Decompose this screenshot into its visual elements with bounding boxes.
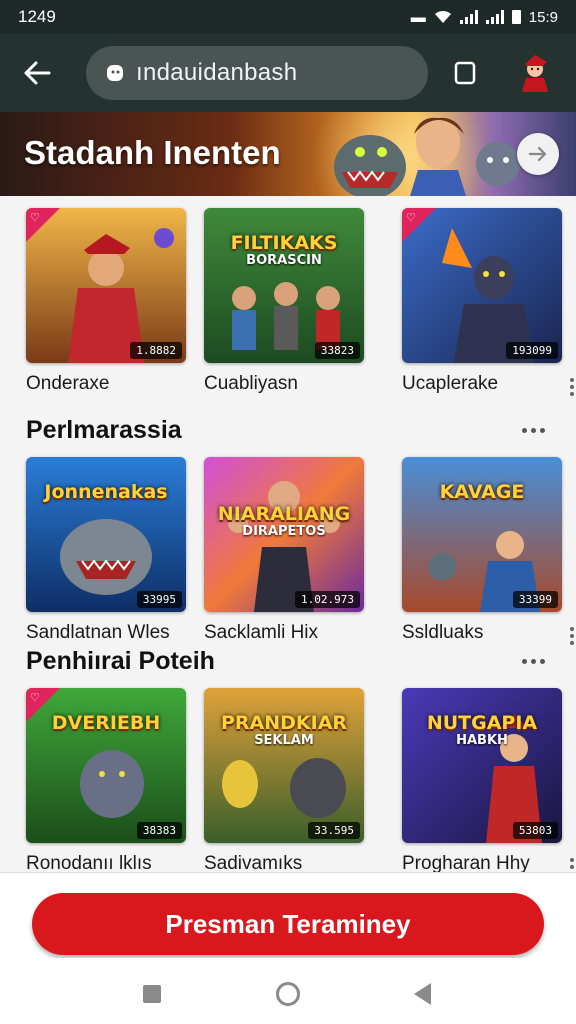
- game-logo-subtitle: DIRAPETOS: [242, 523, 326, 539]
- game-logo-title: DVERIEBH: [51, 712, 161, 734]
- bookmark-icon[interactable]: [452, 60, 478, 86]
- home-icon[interactable]: [276, 982, 300, 1006]
- status-icons: ▬ 15:9: [411, 9, 558, 26]
- site-info-icon: [107, 65, 123, 81]
- arrow-right-icon: [528, 146, 547, 162]
- game-thumbnail[interactable]: Jonnenakas 33995: [26, 457, 186, 612]
- game-card[interactable]: Jonnenakas 33995 Sandlatnan Wles: [26, 457, 186, 643]
- game-logo-text: KAVAGE: [408, 481, 556, 503]
- player-count: 1.02.973: [295, 591, 360, 608]
- game-logo-text: Jonnenakas: [32, 481, 180, 503]
- game-title: Ucaplerake: [402, 373, 499, 394]
- game-logo-title: KAVAGE: [439, 481, 525, 503]
- game-title: Sacklamli Hix: [204, 622, 319, 643]
- game-title: Onderaxe: [26, 373, 110, 394]
- avatar[interactable]: [514, 52, 556, 94]
- game-card[interactable]: ♡ DVERIEBH 38383 Ronodanıı lklıs: [26, 688, 186, 874]
- section-more-button[interactable]: [522, 425, 550, 435]
- game-logo-subtitle: BORASCIN: [246, 252, 322, 268]
- section-more-button[interactable]: [522, 656, 550, 666]
- game-thumbnail[interactable]: NIARALIANG DIRAPETOS 1.02.973: [204, 457, 364, 612]
- game-title: Ssldluaks: [402, 622, 484, 643]
- game-card[interactable]: ♡ 193099 Ucaplerake: [402, 208, 574, 396]
- game-logo-text: DVERIEBH: [32, 712, 180, 734]
- player-count: 53803: [512, 822, 558, 839]
- section-title: Perlmarassia: [26, 416, 182, 444]
- wifi-icon: [434, 10, 451, 23]
- vibrate-icon: ▬: [410, 8, 426, 26]
- game-card[interactable]: NUTGAPIA HABKH 53803 Progharan Hhy: [402, 688, 574, 876]
- more-options-button[interactable]: [570, 378, 574, 396]
- player-count: 33399: [512, 591, 558, 608]
- section-title: Penhiırai Poteih: [26, 647, 215, 675]
- game-card[interactable]: KAVAGE 33399 Ssldluaks: [402, 457, 574, 645]
- player-count: 33823: [314, 342, 360, 359]
- status-clock: 15:9: [528, 8, 558, 26]
- game-title: Cuabliyasn: [204, 373, 298, 394]
- game-logo-subtitle: SEKLAM: [254, 732, 314, 748]
- banner-title: Stadanh Inenten: [24, 134, 281, 171]
- game-logo-title: NIARALIANG: [217, 503, 351, 525]
- game-logo-subtitle: HABKH: [456, 732, 508, 748]
- game-logo-text: NUTGAPIA HABKH: [408, 712, 556, 748]
- player-count: 1.8882: [130, 342, 182, 359]
- system-nav-bar: [0, 958, 576, 1024]
- game-logo-title: FILTIKAKS: [230, 232, 338, 254]
- heart-icon: ♡: [30, 692, 40, 704]
- featured-banner[interactable]: Stadanh Inenten: [0, 112, 576, 196]
- player-count: 33995: [136, 591, 182, 608]
- game-card[interactable]: PRANDKIAR SEKLAM 33.595 Sadivamıks: [204, 688, 364, 874]
- game-logo-text: NIARALIANG DIRAPETOS: [210, 503, 358, 539]
- game-thumbnail[interactable]: KAVAGE 33399: [402, 457, 562, 612]
- status-bar: 1249 ▬ 15:9: [0, 0, 576, 34]
- game-thumbnail[interactable]: NUTGAPIA HABKH 53803: [402, 688, 562, 843]
- game-card[interactable]: FILTIKAKS BORASCIN 33823 Cuabliyasn: [204, 208, 364, 394]
- game-thumbnail[interactable]: ♡ 1.8882: [26, 208, 186, 363]
- game-thumbnail[interactable]: ♡ 193099: [402, 208, 562, 363]
- player-count: 33.595: [308, 822, 360, 839]
- game-card[interactable]: NIARALIANG DIRAPETOS 1.02.973 Sacklamli …: [204, 457, 364, 643]
- url-text: ındauidanbash: [136, 59, 298, 86]
- primary-action-button[interactable]: Presman Teraminey: [32, 893, 544, 955]
- game-feed[interactable]: ♡ 1.8882 Onderaxe FILTIKAKS BORASCIN 338…: [0, 196, 576, 876]
- banner-next-button[interactable]: [517, 133, 559, 175]
- player-count: 193099: [506, 342, 558, 359]
- signal-icon: [459, 10, 478, 24]
- banner-characters-image: [334, 116, 520, 196]
- game-logo-title: PRANDKIAR: [220, 712, 348, 734]
- game-logo-text: FILTIKAKS BORASCIN: [210, 232, 358, 268]
- battery-icon: [511, 10, 521, 24]
- game-card[interactable]: ♡ 1.8882 Onderaxe: [26, 208, 186, 394]
- status-time: 1249: [18, 7, 56, 26]
- more-options-button[interactable]: [570, 627, 574, 645]
- heart-icon: ♡: [30, 212, 40, 224]
- player-count: 38383: [136, 822, 182, 839]
- arrow-left-icon: [24, 61, 51, 85]
- game-logo-title: NUTGAPIA: [426, 712, 538, 734]
- url-bar[interactable]: ındauidanbash: [86, 46, 428, 100]
- browser-toolbar: ındauidanbash: [0, 34, 576, 112]
- game-logo-title: Jonnenakas: [44, 481, 168, 503]
- recents-icon[interactable]: [143, 985, 161, 1003]
- back-button[interactable]: [22, 58, 52, 88]
- game-logo-text: PRANDKIAR SEKLAM: [210, 712, 358, 748]
- bottom-action-area: Presman Teraminey: [0, 872, 576, 958]
- heart-icon: ♡: [406, 212, 416, 224]
- back-triangle-icon[interactable]: [414, 983, 431, 1005]
- signal-icon-2: [485, 10, 504, 24]
- game-thumbnail[interactable]: PRANDKIAR SEKLAM 33.595: [204, 688, 364, 843]
- game-thumbnail[interactable]: ♡ DVERIEBH 38383: [26, 688, 186, 843]
- game-title: Sandlatnan Wles: [26, 622, 170, 643]
- game-thumbnail[interactable]: FILTIKAKS BORASCIN 33823: [204, 208, 364, 363]
